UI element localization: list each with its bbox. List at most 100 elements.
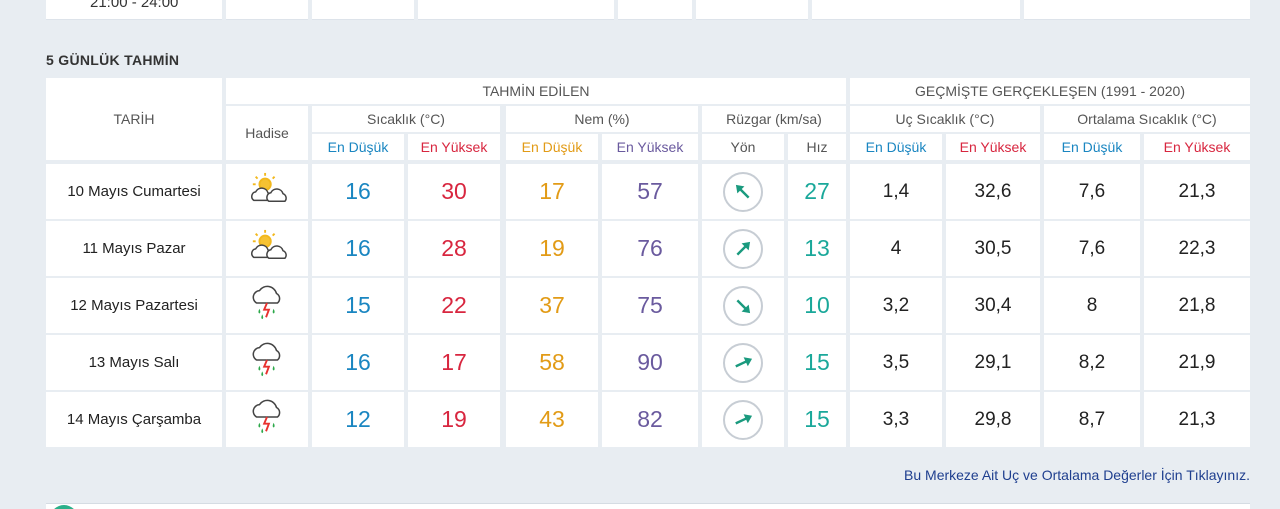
hum-high-value: 82 bbox=[602, 392, 698, 447]
prev-cell bbox=[418, 0, 614, 20]
ext-low-header: En Düşük bbox=[850, 134, 942, 160]
ext-low-value: 3,2 bbox=[850, 278, 942, 333]
next-section-strip bbox=[46, 503, 1250, 509]
thunderstorm-icon bbox=[248, 341, 286, 384]
wind-direction-arrow-icon bbox=[723, 228, 763, 269]
wind-speed-value: 10 bbox=[788, 278, 846, 333]
avg-high-value: 22,3 bbox=[1144, 221, 1250, 276]
extreme-temp-header: Uç Sıcaklık (°C) bbox=[850, 106, 1040, 132]
ext-low-value: 1,4 bbox=[850, 164, 942, 219]
temp-low-value: 12 bbox=[312, 392, 404, 447]
temp-low-value: 15 bbox=[312, 278, 404, 333]
wind-dir-cell bbox=[702, 221, 784, 276]
date-cell: 13 Mayıs Salı bbox=[46, 335, 222, 390]
ext-low-value: 3,5 bbox=[850, 335, 942, 390]
wind-speed-value: 15 bbox=[788, 335, 846, 390]
wind-dir-cell bbox=[702, 164, 784, 219]
humidity-header: Nem (%) bbox=[506, 106, 698, 132]
event-cell bbox=[226, 164, 308, 219]
temp-low-value: 16 bbox=[312, 164, 404, 219]
date-cell: 11 Mayıs Pazar bbox=[46, 221, 222, 276]
wind-direction-arrow-icon bbox=[723, 285, 763, 326]
partly-sunny-icon bbox=[244, 229, 290, 268]
avg-low-value: 7,6 bbox=[1044, 221, 1140, 276]
date-header: TARİH bbox=[46, 78, 222, 160]
ext-high-value: 30,5 bbox=[946, 221, 1040, 276]
hum-high-value: 90 bbox=[602, 335, 698, 390]
hum-high-header: En Yüksek bbox=[602, 134, 698, 160]
avg-low-value: 8 bbox=[1044, 278, 1140, 333]
wind-direction-arrow-icon bbox=[723, 399, 763, 440]
temp-high-value: 30 bbox=[408, 164, 500, 219]
hum-low-header: En Düşük bbox=[506, 134, 598, 160]
forecast-table: TARİH TAHMİN EDİLEN GEÇMİŞTE GERÇEKLEŞEN (… bbox=[46, 78, 1250, 447]
temp-high-value: 28 bbox=[408, 221, 500, 276]
wind-dir-cell bbox=[702, 278, 784, 333]
avg-high-value: 21,3 bbox=[1144, 392, 1250, 447]
hum-low-value: 58 bbox=[506, 335, 598, 390]
wind-header: Rüzgar (km/sa) bbox=[702, 106, 846, 132]
temp-low-value: 16 bbox=[312, 335, 404, 390]
temp-low-value: 16 bbox=[312, 221, 404, 276]
temp-header: Sıcaklık (°C) bbox=[312, 106, 500, 132]
predicted-group-header: TAHMİN EDİLEN bbox=[226, 78, 846, 104]
event-cell bbox=[226, 335, 308, 390]
avg-low-header: En Düşük bbox=[1044, 134, 1140, 160]
hum-high-value: 76 bbox=[602, 221, 698, 276]
temp-high-header: En Yüksek bbox=[408, 134, 500, 160]
avg-low-value: 8,2 bbox=[1044, 335, 1140, 390]
prev-cell bbox=[1024, 0, 1250, 20]
temp-low-header: En Düşük bbox=[312, 134, 404, 160]
thunderstorm-icon bbox=[248, 284, 286, 327]
wind-speed-header: Hız bbox=[788, 134, 846, 160]
wind-dir-header: Yön bbox=[702, 134, 784, 160]
event-header: Hadise bbox=[226, 106, 308, 160]
hum-high-value: 75 bbox=[602, 278, 698, 333]
hum-low-value: 37 bbox=[506, 278, 598, 333]
prev-cell bbox=[696, 0, 808, 20]
date-cell: 14 Mayıs Çarşamba bbox=[46, 392, 222, 447]
ext-low-value: 4 bbox=[850, 221, 942, 276]
hum-low-value: 43 bbox=[506, 392, 598, 447]
avg-high-value: 21,8 bbox=[1144, 278, 1250, 333]
prev-cell bbox=[312, 0, 414, 20]
prev-cell bbox=[812, 0, 1020, 20]
wind-dir-cell bbox=[702, 392, 784, 447]
ext-high-value: 29,8 bbox=[946, 392, 1040, 447]
ext-high-value: 29,1 bbox=[946, 335, 1040, 390]
hum-low-value: 19 bbox=[506, 221, 598, 276]
event-cell bbox=[226, 392, 308, 447]
temp-high-value: 22 bbox=[408, 278, 500, 333]
event-cell bbox=[226, 278, 308, 333]
thunderstorm-icon bbox=[248, 398, 286, 441]
wind-direction-arrow-icon bbox=[723, 171, 763, 212]
wind-direction-arrow-icon bbox=[723, 342, 763, 383]
avg-high-value: 21,3 bbox=[1144, 164, 1250, 219]
ext-high-header: En Yüksek bbox=[946, 134, 1040, 160]
hum-high-value: 57 bbox=[602, 164, 698, 219]
partly-sunny-icon bbox=[244, 172, 290, 211]
ext-high-value: 30,4 bbox=[946, 278, 1040, 333]
avg-low-value: 8,7 bbox=[1044, 392, 1140, 447]
date-cell: 12 Mayıs Pazartesi bbox=[46, 278, 222, 333]
prev-cell bbox=[618, 0, 692, 20]
averages-link[interactable]: Bu Merkeze Ait Uç ve Ortalama Değerler İ… bbox=[904, 467, 1250, 483]
wind-speed-value: 15 bbox=[788, 392, 846, 447]
temp-high-value: 19 bbox=[408, 392, 500, 447]
hum-low-value: 17 bbox=[506, 164, 598, 219]
event-cell bbox=[226, 221, 308, 276]
wind-speed-value: 27 bbox=[788, 164, 846, 219]
prev-time-range: 21:00 - 24:00 bbox=[90, 0, 179, 11]
avg-high-header: En Yüksek bbox=[1144, 134, 1250, 160]
previous-table-strip: 21:00 - 24:00 bbox=[46, 0, 1250, 20]
ext-high-value: 32,6 bbox=[946, 164, 1040, 219]
ext-low-value: 3,3 bbox=[850, 392, 942, 447]
date-cell: 10 Mayıs Cumartesi bbox=[46, 164, 222, 219]
prev-icon-cell bbox=[226, 0, 308, 20]
wind-speed-value: 13 bbox=[788, 221, 846, 276]
historical-group-header: GEÇMİŞTE GERÇEKLEŞEN (1991 - 2020) bbox=[850, 78, 1250, 104]
section-title: 5 GÜNLÜK TAHMİN bbox=[46, 52, 180, 68]
avg-temp-header: Ortalama Sıcaklık (°C) bbox=[1044, 106, 1250, 132]
wind-dir-cell bbox=[702, 335, 784, 390]
avg-high-value: 21,9 bbox=[1144, 335, 1250, 390]
